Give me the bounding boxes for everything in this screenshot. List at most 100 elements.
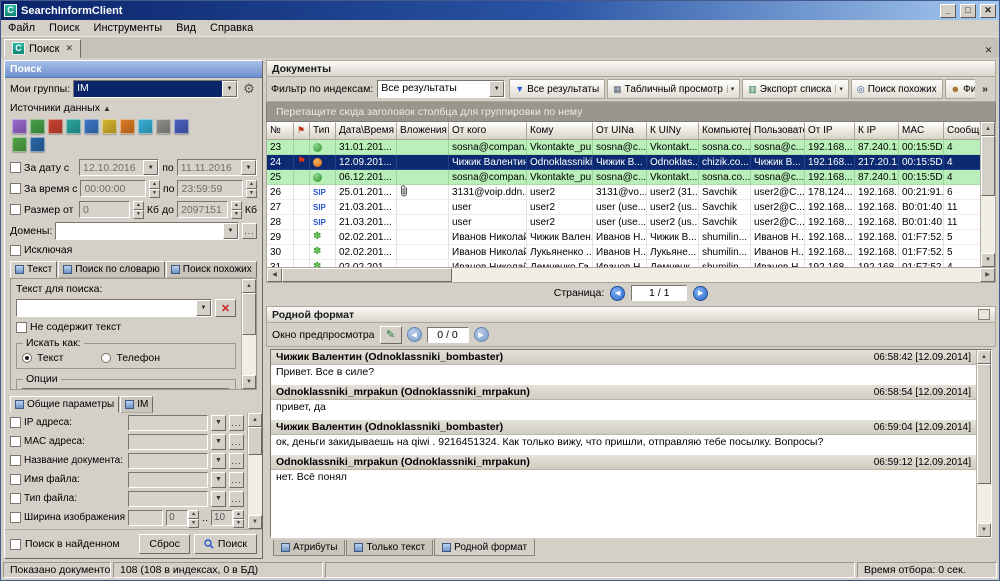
- next-message-button[interactable]: ▶: [474, 327, 489, 342]
- chevron-down-icon[interactable]: ▼: [211, 434, 226, 450]
- source-icon-10[interactable]: [174, 119, 189, 134]
- scroll-left-icon[interactable]: ◀: [267, 268, 282, 282]
- close-button[interactable]: ✕: [980, 4, 996, 18]
- parameter-checkbox[interactable]: [10, 474, 21, 485]
- table-row[interactable]: 24⚑12.09.201...Чижик ВалентинOdnoklassni…: [267, 155, 980, 170]
- date-checkbox[interactable]: [10, 162, 21, 173]
- message-item[interactable]: Чижик Валентин (Odnoklassniki_bombaster)…: [271, 350, 976, 385]
- tab-search[interactable]: C Поиск ✕: [4, 39, 81, 58]
- preview-panel-button[interactable]: [978, 309, 990, 320]
- parameter-checkbox[interactable]: [10, 493, 21, 504]
- chevron-down-icon[interactable]: ▼: [211, 491, 226, 507]
- tab-Общие параметры[interactable]: Общие параметры: [10, 396, 119, 413]
- menu-item-Вид[interactable]: Вид: [169, 21, 203, 35]
- edit-icon[interactable]: ✎: [380, 326, 402, 344]
- radio-text[interactable]: [22, 353, 32, 363]
- column-header-from[interactable]: От кого: [449, 122, 527, 140]
- column-header-num[interactable]: №: [267, 122, 294, 140]
- chevron-down-icon[interactable]: ▼: [241, 160, 256, 175]
- chevron-down-icon[interactable]: ▼: [196, 300, 211, 316]
- chevron-down-icon[interactable]: ▼: [489, 81, 504, 97]
- time-from-spinner[interactable]: ▲▼: [149, 180, 160, 197]
- table-row[interactable]: 2331.01.201...sosna@compan...Vkontakte_p…: [267, 140, 980, 155]
- reset-button[interactable]: Сброс: [139, 534, 190, 554]
- parameter-checkbox[interactable]: [10, 417, 21, 428]
- preview-tab-Только текст[interactable]: Только текст: [346, 540, 433, 556]
- domains-browse-button[interactable]: ...: [242, 223, 257, 239]
- date-from-input[interactable]: 12.10.2016 ▼: [79, 159, 159, 176]
- column-header-tuin[interactable]: К UINy: [647, 122, 699, 140]
- search-text-input[interactable]: ▼: [16, 299, 212, 317]
- source-icon-4[interactable]: [66, 119, 81, 134]
- collapse-icon[interactable]: ▲: [103, 104, 111, 113]
- size-to-input[interactable]: 2097151: [177, 201, 228, 218]
- scroll-down-icon[interactable]: ▼: [242, 375, 256, 389]
- search-button[interactable]: Поиск: [194, 534, 257, 554]
- vertical-scrollbar[interactable]: ▲ ▼: [980, 122, 995, 267]
- chevron-down-icon[interactable]: ▼: [222, 81, 237, 97]
- source-icon-8[interactable]: [138, 119, 153, 134]
- message-item[interactable]: Odnoklassniki_mrpakun (Odnoklassniki_mrp…: [271, 455, 976, 490]
- time-to-spinner[interactable]: ▲▼: [246, 180, 257, 197]
- table-row[interactable]: 28SIP21.03.201...useruser2user (use...us…: [267, 215, 980, 230]
- parameter-input[interactable]: [128, 491, 208, 507]
- table-row[interactable]: 26SIP25.01.201...3131@voip.ddn...user231…: [267, 185, 980, 200]
- index-filter-select[interactable]: Все результаты ▼: [377, 80, 505, 98]
- source-icon-2[interactable]: [30, 119, 45, 134]
- tab-Текст[interactable]: Текст: [10, 261, 57, 278]
- parameter-input[interactable]: [128, 453, 208, 469]
- toolbar-overflow-icon[interactable]: »: [979, 83, 991, 95]
- tab-IM[interactable]: IM: [120, 396, 153, 413]
- width-to-spinner[interactable]: 10▲▼: [211, 510, 244, 526]
- toolbar-button-grid[interactable]: ▦Табличный просмотр▾: [607, 79, 740, 99]
- message-item[interactable]: Odnoklassniki_mrpakun (Odnoklassniki_mrp…: [271, 385, 976, 420]
- source-icon-6[interactable]: [102, 119, 117, 134]
- parameter-input[interactable]: [128, 472, 208, 488]
- vertical-scrollbar[interactable]: ▲ ▼: [241, 279, 256, 389]
- time-to-input[interactable]: 23:59:59: [177, 180, 243, 197]
- exclude-checkbox[interactable]: [10, 245, 21, 256]
- toolbar-button-user[interactable]: ☻Фильтр по пользователю: [945, 79, 975, 99]
- parameter-input[interactable]: [128, 415, 208, 431]
- menu-item-Инструменты[interactable]: Инструменты: [87, 21, 170, 35]
- search-in-found-checkbox[interactable]: [10, 539, 21, 550]
- column-header-to[interactable]: Кому: [527, 122, 593, 140]
- scroll-down-icon[interactable]: ▼: [981, 253, 995, 267]
- tabbar-close-icon[interactable]: ✕: [981, 43, 996, 58]
- column-header-type[interactable]: Тип: [310, 122, 336, 140]
- tab-Поиск по словарю[interactable]: Поиск по словарю: [58, 261, 165, 278]
- size-to-spinner[interactable]: ▲▼: [231, 201, 242, 218]
- scroll-down-icon[interactable]: ▼: [248, 515, 262, 529]
- next-page-button[interactable]: ▶: [693, 286, 708, 301]
- radio-phone[interactable]: [101, 353, 111, 363]
- horizontal-scrollbar[interactable]: ◀ ▶: [266, 268, 996, 283]
- size-checkbox[interactable]: [10, 204, 21, 215]
- gear-icon[interactable]: ⚙: [241, 81, 257, 97]
- tab-close-icon[interactable]: ✕: [63, 43, 73, 54]
- source-icon-11[interactable]: [12, 137, 27, 152]
- chevron-down-icon[interactable]: ▼: [143, 160, 158, 175]
- prev-page-button[interactable]: ◀: [610, 286, 625, 301]
- date-to-input[interactable]: 11.11.2016 ▼: [177, 159, 257, 176]
- time-from-input[interactable]: 00:00:00: [80, 180, 146, 197]
- maximize-button[interactable]: □: [960, 4, 976, 18]
- source-icon-1[interactable]: [12, 119, 27, 134]
- column-header-comp[interactable]: Компьютер: [699, 122, 751, 140]
- source-icon-12[interactable]: [30, 137, 45, 152]
- scroll-thumb[interactable]: [248, 427, 262, 455]
- column-header-msg[interactable]: Сообщ: [944, 122, 980, 140]
- toolbar-button-search[interactable]: ◎Поиск похожих: [851, 79, 943, 99]
- chevron-down-icon[interactable]: ▼: [211, 472, 226, 488]
- chevron-down-icon[interactable]: ▼: [211, 415, 226, 431]
- scroll-thumb[interactable]: [282, 268, 452, 282]
- morphology-select[interactable]: Поиск с морфологией ▼: [22, 388, 230, 389]
- table-row[interactable]: 30✽02.02.201...Иванов НиколайЛукьяненко …: [267, 245, 980, 260]
- size-from-input[interactable]: 0: [79, 201, 130, 218]
- not-contains-checkbox[interactable]: [16, 322, 27, 333]
- prev-message-button[interactable]: ◀: [407, 327, 422, 342]
- group-by-bar[interactable]: Перетащите сюда заголовок столбца для гр…: [266, 102, 996, 122]
- chevron-down-icon[interactable]: ▼: [211, 453, 226, 469]
- menu-item-Файл[interactable]: Файл: [1, 21, 42, 35]
- scroll-up-icon[interactable]: ▲: [248, 413, 262, 427]
- column-header-fuin[interactable]: От UINa: [593, 122, 647, 140]
